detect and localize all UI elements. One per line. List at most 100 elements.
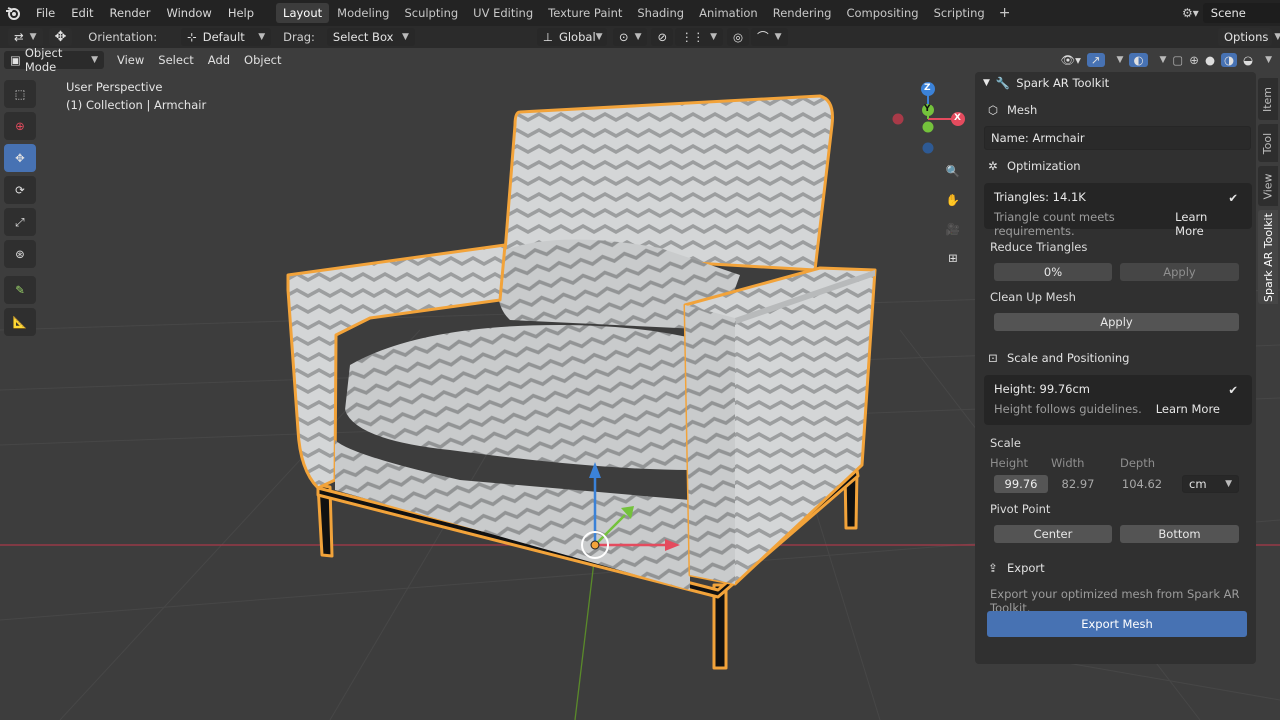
solid-shading-icon[interactable]: ● xyxy=(1205,53,1215,67)
workspace-tab-texture-paint[interactable]: Texture Paint xyxy=(541,3,629,23)
scale-width-value[interactable]: 82.97 xyxy=(1048,477,1108,491)
reduce-triangles-label: Reduce Triangles xyxy=(990,240,1088,254)
sidebar-tab-view[interactable]: View xyxy=(1258,166,1278,206)
scale-depth-value[interactable]: 104.62 xyxy=(1108,477,1176,491)
xray-toggle-icon[interactable]: ▢ xyxy=(1172,53,1183,67)
scale-label: Scale xyxy=(990,436,1021,450)
mesh-cube-icon: ⬡ xyxy=(987,103,999,117)
viewport-menu-select[interactable]: Select xyxy=(151,50,200,70)
orientation-icon: ⊹ xyxy=(187,30,197,44)
panel-header[interactable]: ▼ 🔧 Spark AR Toolkit xyxy=(975,72,1256,94)
height-value: Height: 99.76cm xyxy=(994,382,1090,396)
reduce-triangles-slider[interactable]: 0% xyxy=(994,263,1112,281)
rendered-shading-icon[interactable]: ◒ xyxy=(1243,53,1253,67)
snap-toggle[interactable]: ⊘ xyxy=(651,28,674,46)
height-learn-more-link[interactable]: Learn More xyxy=(1156,402,1220,420)
mode-value: Object Mode xyxy=(24,46,63,74)
transform-orientation-dropdown[interactable]: ⊥ Global ▼ xyxy=(536,28,607,46)
overlay-dropdown-icon[interactable]: ▼ xyxy=(1160,55,1167,65)
add-workspace-button[interactable]: + xyxy=(993,5,1017,21)
transform-icon: ⇄ xyxy=(14,30,24,44)
measure-tool[interactable]: 📐 xyxy=(4,308,36,336)
workspace-tab-scripting[interactable]: Scripting xyxy=(927,3,992,23)
pencil-icon: ✎ xyxy=(15,283,25,297)
scale-width-label: Width xyxy=(1051,456,1085,470)
workspace-tab-rendering[interactable]: Rendering xyxy=(766,3,839,23)
zoom-button[interactable]: 🔍 xyxy=(940,158,966,184)
gizmo-dropdown-icon[interactable]: ▼ xyxy=(1117,55,1124,65)
falloff-dropdown[interactable]: ⌒ ▼ xyxy=(751,28,788,46)
height-status: Height follows guidelines. xyxy=(994,402,1142,416)
workspace-tab-uv-editing[interactable]: UV Editing xyxy=(466,3,540,23)
transform-all-icon: ⊛ xyxy=(15,247,25,261)
sidebar-tab-tool[interactable]: Tool xyxy=(1258,124,1278,162)
options-dropdown[interactable]: Options ▼ xyxy=(1218,28,1280,46)
mode-dropdown[interactable]: ▣ Object Mode ▼ xyxy=(4,46,104,74)
spark-ar-toolkit-panel: ▼ 🔧 Spark AR Toolkit ⬡ Mesh Name: Armchai… xyxy=(975,72,1256,664)
active-collection-label: (1) Collection | Armchair xyxy=(66,98,207,112)
triangles-status: Triangle count meets requirements. xyxy=(994,210,1115,238)
positioning-icon: ⊡ xyxy=(988,351,998,365)
triangles-learn-more-link[interactable]: Learn More xyxy=(1175,210,1232,238)
menu-edit[interactable]: Edit xyxy=(63,0,101,26)
clean-up-mesh-label: Clean Up Mesh xyxy=(990,290,1076,304)
proportional-icon: ◎ xyxy=(733,30,744,44)
transform-tool[interactable]: ⊛ xyxy=(4,240,36,268)
move-tool-icon[interactable]: ✥ xyxy=(48,28,73,46)
pivot-bottom-button[interactable]: Bottom xyxy=(1120,525,1239,543)
menu-file[interactable]: File xyxy=(28,0,63,26)
reduce-triangles-apply-button[interactable]: Apply xyxy=(1120,263,1239,281)
transform-affect-dropdown[interactable]: ⇄ ▼ xyxy=(8,28,43,46)
sidebar-tabs: Item Tool View Spark AR Toolkit xyxy=(1258,72,1278,672)
sidebar-tab-spark-ar-toolkit[interactable]: Spark AR Toolkit xyxy=(1258,210,1278,304)
orientation-dropdown[interactable]: ⊹ Default ▼ xyxy=(181,28,272,46)
overlay-toggle-icon[interactable]: ◐ xyxy=(1129,53,1148,67)
viewport-menu-object[interactable]: Object xyxy=(237,50,288,70)
menu-help[interactable]: Help xyxy=(220,0,262,26)
proportional-editing-toggle[interactable]: ◎ xyxy=(727,28,750,46)
material-shading-icon[interactable]: ◑ xyxy=(1220,53,1238,67)
menu-render[interactable]: Render xyxy=(102,0,159,26)
armchair-object[interactable] xyxy=(286,94,877,670)
cursor-tool[interactable]: ⊕ xyxy=(4,112,36,140)
hand-icon: ✋ xyxy=(945,193,961,207)
export-mesh-button[interactable]: Export Mesh xyxy=(987,611,1247,637)
pan-button[interactable]: ✋ xyxy=(940,187,966,213)
scale-tool[interactable]: ⤢ xyxy=(4,208,36,236)
annotate-tool[interactable]: ✎ xyxy=(4,276,36,304)
scene-field[interactable]: Scene xyxy=(1202,3,1280,23)
blender-logo-icon[interactable] xyxy=(4,4,22,22)
camera-view-button[interactable]: 🎥 xyxy=(940,216,966,242)
clean-up-apply-button[interactable]: Apply xyxy=(994,313,1239,331)
wireframe-shading-icon[interactable]: ⊕ xyxy=(1189,53,1199,67)
mesh-name-field[interactable]: Name: Armchair xyxy=(984,126,1251,150)
workspace-tab-animation[interactable]: Animation xyxy=(692,3,765,23)
ruler-icon: 📐 xyxy=(12,315,28,329)
pivot-center-button[interactable]: Center xyxy=(994,525,1112,543)
unit-dropdown[interactable]: cm ▼ xyxy=(1182,475,1239,493)
workspace-tab-modeling[interactable]: Modeling xyxy=(330,3,396,23)
scene-selector[interactable]: ⚙▾ Scene xyxy=(1182,3,1280,23)
workspace-tab-layout[interactable]: Layout xyxy=(276,3,330,23)
workspace-tab-compositing[interactable]: Compositing xyxy=(839,3,925,23)
workspace-tab-shading[interactable]: Shading xyxy=(630,3,691,23)
sidebar-tab-item[interactable]: Item xyxy=(1258,78,1278,120)
workspace-tab-sculpting[interactable]: Sculpting xyxy=(397,3,465,23)
select-box-tool[interactable]: ⬚ xyxy=(4,80,36,108)
pivot-icon: ⊙ xyxy=(618,30,629,44)
snap-target-dropdown[interactable]: ⋮⋮ ▼ xyxy=(675,28,724,46)
visibility-icon[interactable]: 👁▾ xyxy=(1061,53,1081,67)
height-checkmark-icon: ✔ xyxy=(1228,383,1238,397)
scale-height-input[interactable]: 99.76 xyxy=(994,475,1048,493)
drag-dropdown[interactable]: Select Box ▼ xyxy=(326,28,415,46)
menu-window[interactable]: Window xyxy=(158,0,219,26)
ortho-toggle-button[interactable]: ⊞ xyxy=(940,245,966,271)
viewport-menu-view[interactable]: View xyxy=(110,50,151,70)
shading-dropdown-icon[interactable]: ▼ xyxy=(1265,55,1272,65)
gizmo-toggle-icon[interactable]: ↗ xyxy=(1086,53,1105,67)
move-tool[interactable]: ✥ xyxy=(4,144,36,172)
rotate-tool[interactable]: ⟳ xyxy=(4,176,36,204)
export-hint: Export your optimized mesh from Spark AR… xyxy=(990,587,1240,615)
viewport-menu-add[interactable]: Add xyxy=(201,50,237,70)
pivot-point-dropdown[interactable]: ⊙ ▼ xyxy=(612,28,648,46)
